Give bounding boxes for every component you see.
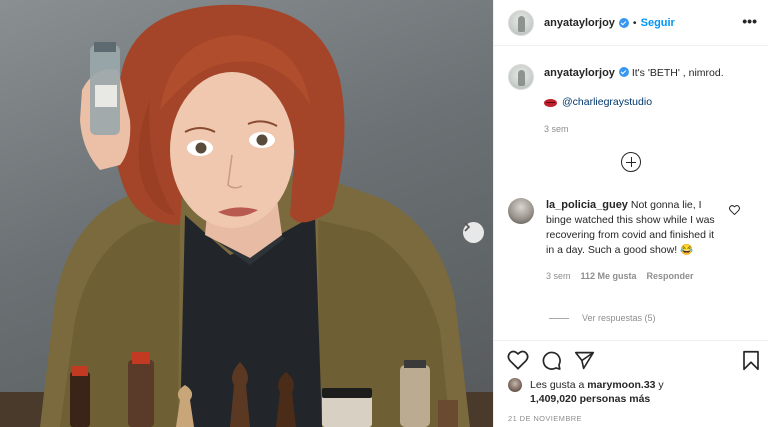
next-photo-button[interactable]: [463, 222, 484, 243]
post-sidebar: anyataylorjoy • Seguir ••• anyataylorjoy…: [493, 0, 768, 427]
share-icon[interactable]: [574, 350, 595, 371]
post-actions: Les gusta a marymoon.33 y 1,409,020 pers…: [494, 340, 768, 427]
instagram-post: anyataylorjoy • Seguir ••• anyataylorjoy…: [0, 0, 768, 427]
more-options-icon[interactable]: •••: [742, 13, 757, 29]
view-replies-label: Ver respuestas (5): [582, 313, 656, 323]
caption-timestamp: 3 sem: [544, 124, 569, 134]
commenter-avatar[interactable]: [508, 198, 534, 224]
comment-icon[interactable]: [541, 350, 562, 371]
post-date: 21 DE NOVIEMBRE: [508, 414, 582, 423]
verified-badge-icon: [618, 17, 629, 28]
mention-link[interactable]: @charliegraystudio: [562, 95, 652, 110]
liker-avatar: [508, 378, 522, 392]
author-username[interactable]: anyataylorjoy: [544, 17, 615, 29]
comment-item: la_policia_guey Not gonna lie, I binge w…: [508, 198, 758, 284]
liker-username[interactable]: marymoon.33: [587, 379, 655, 391]
comment-likes-count[interactable]: 112 Me gusta: [581, 269, 637, 284]
heart-icon[interactable]: [729, 205, 740, 215]
caption-body: anyataylorjoy It's 'BETH' , nimrod. @cha…: [544, 66, 724, 137]
commenter-username[interactable]: la_policia_guey: [546, 199, 628, 211]
heart-icon[interactable]: [507, 350, 529, 370]
lips-emoji-icon: [544, 98, 557, 107]
likes-middle: y: [658, 379, 664, 391]
likes-count[interactable]: 1,409,020 personas más: [530, 393, 650, 405]
caption-username[interactable]: anyataylorjoy: [544, 67, 615, 79]
bookmark-icon[interactable]: [742, 350, 760, 371]
caption-avatar[interactable]: [508, 64, 534, 90]
post-photo[interactable]: [0, 0, 493, 427]
post-caption: anyataylorjoy It's 'BETH' , nimrod. @cha…: [508, 64, 758, 137]
post-header: anyataylorjoy • Seguir •••: [494, 0, 768, 46]
comment-timestamp: 3 sem: [546, 271, 571, 281]
likes-summary: Les gusta a marymoon.33 y 1,409,020 pers…: [508, 378, 664, 406]
separator-dot: •: [632, 16, 637, 29]
caption-mention-line: @charliegraystudio: [544, 95, 724, 110]
reply-button[interactable]: Responder: [647, 269, 694, 284]
add-comment-icon[interactable]: [621, 152, 641, 172]
photo-illustration: [0, 4, 493, 427]
likes-prefix: Les gusta a: [530, 379, 585, 391]
follow-button[interactable]: Seguir: [641, 17, 675, 29]
verified-badge-icon: [618, 67, 629, 77]
action-icons-row: [507, 350, 595, 371]
replies-line: [549, 317, 569, 319]
view-replies-button[interactable]: Ver respuestas (5): [549, 313, 656, 323]
comment-meta: 3 sem 112 Me gusta Responder: [546, 269, 722, 284]
author-avatar[interactable]: [508, 9, 534, 36]
chevron-right-icon: [464, 222, 471, 232]
caption-text: It's 'BETH' , nimrod.: [631, 67, 724, 79]
comment-body: la_policia_guey Not gonna lie, I binge w…: [546, 198, 722, 284]
